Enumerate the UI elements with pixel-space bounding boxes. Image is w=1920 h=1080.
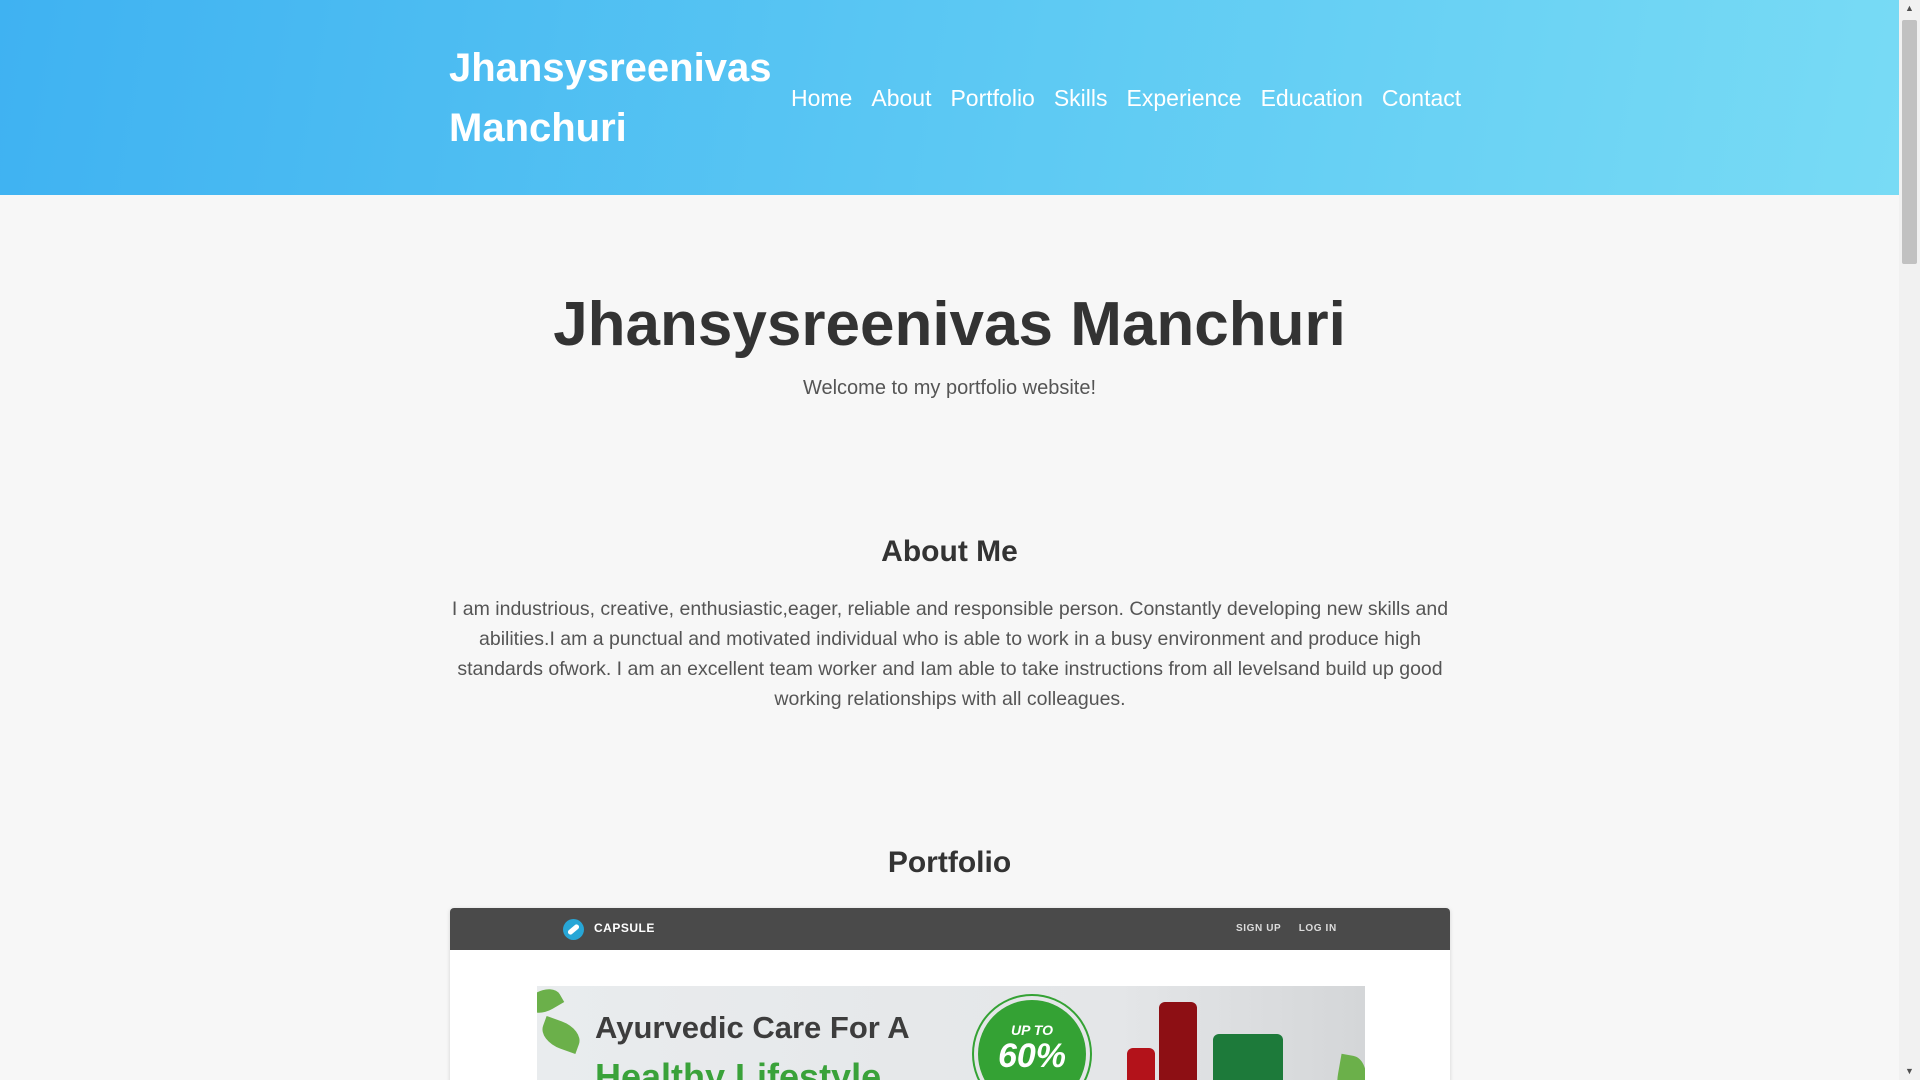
scrollbar-thumb[interactable] — [1902, 20, 1917, 264]
preview-brand: CAPSULE — [594, 921, 655, 935]
brand-first-name: Jhansysreenivas — [449, 46, 772, 90]
nav-skills[interactable]: Skills — [1054, 80, 1108, 116]
main-nav: Home About Portfolio Skills Experience E… — [791, 80, 1480, 116]
preview-navbar: CAPSULE SIGN UP LOG IN — [450, 908, 1450, 950]
about-text: I am industrious, creative, enthusiastic… — [451, 598, 1449, 710]
product-bottle — [1159, 1002, 1197, 1080]
about-heading: About Me — [881, 535, 1018, 568]
nav-contact[interactable]: Contact — [1382, 80, 1461, 116]
portfolio-heading: Portfolio — [887, 846, 1012, 879]
leaf-graphic — [537, 986, 565, 1020]
banner-headline: Ayurvedic Care For A — [595, 1010, 910, 1045]
product-bottle — [1127, 1048, 1155, 1080]
leaf-graphic — [1332, 1053, 1365, 1080]
preview-sign-up: SIGN UP — [1236, 923, 1282, 934]
preview-log-in: LOG IN — [1298, 923, 1337, 934]
site-header: Jhansysreenivas Manchuri Home About Port… — [0, 0, 1899, 195]
portfolio-project-preview[interactable]: CAPSULE SIGN UP LOG IN Ayurvedic Care Fo… — [450, 908, 1450, 1080]
scroll-up-arrow-icon[interactable]: ▲ — [1899, 0, 1920, 17]
discount-badge: UP TO 60% — [978, 1000, 1086, 1080]
preview-banner: Ayurvedic Care For A Healthy Lifestyle U… — [537, 986, 1365, 1080]
page: Jhansysreenivas Manchuri Home About Port… — [0, 0, 1899, 1080]
pill-icon — [563, 919, 584, 940]
nav-about[interactable]: About — [871, 80, 931, 116]
product-jar — [1213, 1034, 1283, 1080]
hero-subtitle: Welcome to my portfolio website! — [802, 377, 1097, 399]
scroll-down-arrow-icon[interactable]: ▼ — [1899, 1063, 1920, 1080]
banner-headline-accent: Healthy Lifestyle — [595, 1056, 882, 1080]
nav-portfolio[interactable]: Portfolio — [950, 80, 1034, 116]
badge-top-text: UP TO — [1010, 1022, 1053, 1038]
leaf-graphic — [537, 1015, 585, 1055]
preview-nav: SIGN UP LOG IN — [1236, 923, 1351, 934]
badge-value: 60% — [997, 1037, 1067, 1075]
hero-title: Jhansysreenivas Manchuri — [553, 290, 1346, 359]
nav-experience[interactable]: Experience — [1127, 80, 1242, 116]
nav-home[interactable]: Home — [791, 80, 852, 116]
brand-last-name: Manchuri — [449, 106, 627, 150]
site-brand[interactable]: Jhansysreenivas Manchuri — [449, 38, 779, 158]
page-scrollbar[interactable]: ▲ ▼ — [1899, 0, 1920, 1080]
nav-education[interactable]: Education — [1261, 80, 1363, 116]
